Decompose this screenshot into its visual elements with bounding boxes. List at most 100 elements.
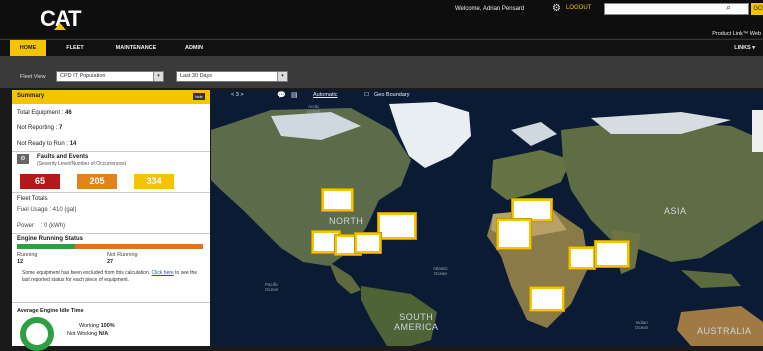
engine-icon — [499, 221, 529, 247]
label-arctic-ocean: Arctic Ocean — [307, 104, 321, 114]
working-value: 100% — [100, 323, 115, 329]
main-nav: HOME FLEET MAINTENANCE ADMIN LINKS ▾ — [0, 39, 763, 56]
nav-fleet[interactable]: FLEET — [57, 40, 93, 56]
excavator-icon — [532, 289, 562, 309]
severity-low-badge[interactable]: 334 — [134, 174, 174, 189]
map-side-tab[interactable] — [752, 110, 763, 152]
equipment-marker[interactable] — [354, 232, 382, 254]
label-south-america: SOUTH AMERICA — [394, 312, 439, 332]
truck-icon — [514, 201, 550, 219]
equipment-marker[interactable] — [529, 286, 565, 312]
working-row: Working 100% — [79, 323, 115, 329]
nav-admin[interactable]: ADMIN — [176, 40, 212, 56]
fleet-view-value: CPD IT Population — [60, 73, 106, 79]
not-ready-value: 14 — [69, 141, 77, 147]
go-button[interactable]: GO — [751, 3, 763, 15]
idle-title: Average Engine Idle Time — [17, 308, 84, 314]
geo-boundary-checkbox[interactable]: ☐ — [364, 92, 369, 98]
faults-icon: ⚙ — [17, 154, 29, 164]
severity-medium-badge[interactable]: 205 — [77, 174, 117, 189]
summary-title: Summary — [17, 93, 45, 99]
not-reporting-row[interactable]: Not Reporting : 7 — [17, 125, 62, 131]
total-equipment-row[interactable]: Total Equipment : 46 — [17, 110, 72, 116]
not-ready-row[interactable]: Not Ready to Run : 14 — [17, 141, 76, 147]
summary-panel: Summary hide Total Equipment : 46 Not Re… — [12, 90, 210, 351]
engine-running-bar — [17, 244, 203, 249]
fleet-view-label: Fleet View — [20, 74, 46, 80]
engine-icon — [571, 249, 593, 267]
working-label: Working — [79, 323, 100, 329]
label-pacific-ocean: Pacific Ocean — [265, 282, 279, 292]
not-running-value: 27 — [107, 259, 114, 265]
logo-triangle — [54, 23, 66, 30]
zoom-control[interactable]: < 3 > — [231, 92, 244, 98]
label-asia: ASIA — [664, 206, 687, 216]
exclusion-note: Some equipment has been excluded from th… — [22, 270, 206, 283]
links-label: LINKS — [734, 45, 751, 51]
note-text: Some equipment has been excluded from th… — [22, 270, 151, 276]
power-row: Power : 0 (kWh) — [17, 223, 65, 229]
power-label: Power — [17, 223, 35, 229]
divider — [12, 302, 210, 303]
logout-link[interactable]: LOGOUT — [566, 5, 591, 11]
fleet-totals-title: Fleet Totals — [17, 196, 48, 202]
label-north-america: NORTH — [329, 216, 364, 226]
equipment-marker[interactable] — [496, 218, 532, 250]
equipment-marker[interactable] — [377, 212, 417, 240]
gear-icon[interactable]: ⚙ — [552, 3, 561, 14]
fleet-view-select[interactable]: CPD IT Population ▾ — [56, 71, 164, 82]
excavator-icon — [324, 191, 351, 209]
cat-logo[interactable]: CAT — [40, 7, 92, 31]
world-map[interactable]: NORTH ASIA SOUTH AMERICA AUSTRALIA Arcti… — [211, 90, 763, 346]
running-label: Running — [17, 252, 38, 258]
label-indian-ocean: Indian Ocean — [635, 320, 649, 330]
not-reporting-value: 7 — [59, 125, 63, 131]
layers-icon[interactable]: ▤ — [291, 91, 298, 99]
summary-toggle[interactable]: hide — [193, 93, 205, 100]
generator-icon — [357, 235, 379, 251]
not-reporting-label: Not Reporting — [17, 125, 55, 131]
engine-running-title: Engine Running Status — [17, 236, 83, 242]
map-toolbar: < 3 > 💬 ▤ Automatic ☐ Geo Boundary — [231, 91, 431, 101]
product-link-label: Product Link™ Web — [712, 31, 761, 37]
summary-header: Summary hide — [12, 90, 210, 104]
running-value: 12 — [17, 259, 24, 265]
period-select[interactable]: Last 30 Days ▾ — [176, 71, 288, 82]
faults-subtitle: (Severity Level/Number of Occurrences) — [37, 161, 127, 167]
links-menu[interactable]: LINKS ▾ — [734, 40, 755, 56]
search-icon[interactable]: ⌕ — [726, 2, 731, 13]
divider — [12, 233, 210, 234]
chevron-down-icon: ▾ — [277, 72, 287, 81]
engine-icon — [597, 243, 627, 265]
chevron-down-icon: ▾ — [153, 72, 163, 81]
nav-maintenance[interactable]: MAINTENANCE — [105, 40, 167, 56]
geo-boundary-label: Geo Boundary — [374, 92, 410, 98]
label-australia: AUSTRALIA — [697, 326, 752, 336]
power-value: : 0 (kWh) — [40, 223, 66, 229]
chat-icon[interactable]: 💬 — [277, 91, 286, 99]
equipment-marker[interactable] — [321, 188, 354, 212]
not-working-row: Not Working N/A — [67, 331, 108, 337]
not-ready-label: Not Ready to Run — [17, 141, 65, 147]
running-fill — [17, 244, 75, 249]
severity-high-badge[interactable]: 65 — [20, 174, 60, 189]
not-running-label: Not Running — [107, 252, 138, 258]
label-atlantic-ocean: Atlantic Ocean — [433, 266, 448, 276]
period-value: Last 30 Days — [180, 73, 213, 79]
nav-home[interactable]: HOME — [10, 40, 46, 56]
welcome-text: Welcome, Adrian Pensard — [455, 6, 525, 12]
equipment-marker[interactable] — [568, 246, 596, 270]
truck-icon — [380, 215, 414, 237]
note-link[interactable]: Click here — [152, 270, 174, 276]
divider — [12, 151, 210, 152]
total-equipment-value: 46 — [65, 110, 72, 116]
map-landmass — [211, 90, 763, 346]
not-working-label: Not Working — [67, 331, 98, 337]
total-equipment-label: Total Equipment — [17, 110, 61, 116]
faults-title: Faults and Events — [37, 154, 89, 160]
not-working-value: N/A — [98, 331, 109, 337]
divider — [12, 192, 210, 193]
fuel-usage: Fuel Usage : 410 (gal) — [17, 207, 77, 213]
map-mode-select[interactable]: Automatic — [313, 92, 337, 98]
equipment-marker[interactable] — [594, 240, 630, 268]
